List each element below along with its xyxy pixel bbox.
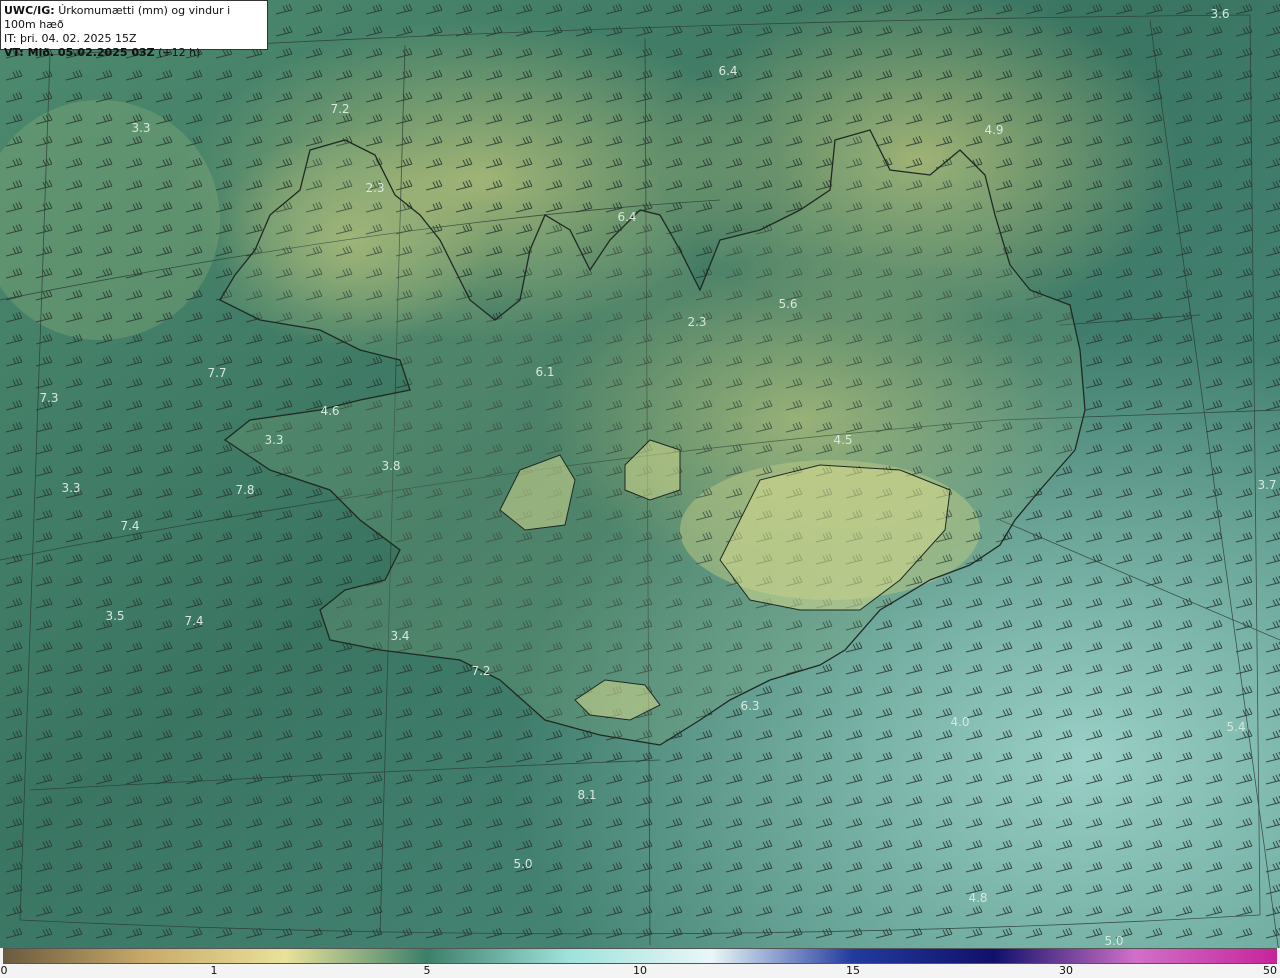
precip-value-label: 7.7	[207, 366, 226, 380]
init-label: IT:	[4, 32, 17, 45]
init-time: þri. 04. 02. 2025 15Z	[19, 32, 137, 45]
init-time-line: IT: þri. 04. 02. 2025 15Z	[4, 32, 264, 46]
precip-value-label: 7.3	[39, 391, 58, 405]
precipitation-wind-map: 3.6 6.4 7.2 3.3 4.9 2.3 6.4 5.6 2.3 6.1 7.7 7.3 4.6 3…	[0, 0, 1280, 948]
precip-value-label: 5.4	[1226, 720, 1245, 734]
precip-value-label: 6.1	[535, 365, 554, 379]
precip-value-label: 3.3	[264, 433, 283, 447]
precip-value-label: 3.7	[1257, 478, 1276, 492]
precip-value-label: 6.4	[718, 64, 737, 78]
precip-value-label: 3.6	[1210, 7, 1229, 21]
precip-value-label: 7.4	[184, 614, 203, 628]
valid-time-line: VT: Mið. 05.02.2025 03Z (+12 h)	[4, 46, 264, 60]
precip-value-label: 6.4	[617, 210, 636, 224]
precip-value-label: 4.0	[950, 715, 969, 729]
precip-value-label: 3.3	[61, 481, 80, 495]
precip-value-label: 6.3	[740, 699, 759, 713]
precip-value-label: 5.6	[778, 297, 797, 311]
precip-value-label: 4.8	[968, 891, 987, 905]
precip-value-label: 3.3	[131, 121, 150, 135]
precip-value-label: 3.8	[381, 459, 400, 473]
precip-value-label: 2.3	[365, 181, 384, 195]
precip-value-label: 8.1	[577, 788, 596, 802]
forecast-offset: (+12 h)	[158, 46, 201, 59]
colorbar-tick-15: 15	[846, 964, 860, 977]
colorbar-tick-0: 0	[0, 964, 8, 977]
precip-value-label: 2.3	[687, 315, 706, 329]
precip-value-label: 4.5	[833, 433, 852, 447]
title-line: UWC/IG: Úrkomumætti (mm) og vindur i 100…	[4, 4, 264, 32]
colorbar: 0 1 5 10 15 30 50	[0, 948, 1280, 978]
colorbar-tick-50: 50	[1263, 964, 1277, 977]
precip-value-label: 7.2	[471, 664, 490, 678]
colorbar-tick-30: 30	[1059, 964, 1073, 977]
map-info-box: UWC/IG: Úrkomumætti (mm) og vindur i 100…	[0, 0, 268, 59]
precip-value-label: 4.6	[320, 404, 339, 418]
precip-value-label: 3.5	[105, 609, 124, 623]
model-name: UWC/IG:	[4, 4, 55, 17]
precip-value-label: 5.0	[1104, 934, 1123, 948]
valid-time: VT: Mið. 05.02.2025 03Z	[4, 46, 155, 59]
precip-value-label: 3.4	[390, 629, 409, 643]
precip-value-label: 7.2	[330, 102, 349, 116]
precip-value-label: 5.0	[513, 857, 532, 871]
colorbar-tick-10: 10	[633, 964, 647, 977]
colorbar-tick-1: 1	[210, 964, 218, 977]
precip-value-label: 7.4	[120, 519, 139, 533]
colorbar-tick-5: 5	[423, 964, 431, 977]
colorbar-gradient	[3, 948, 1277, 964]
precip-value-label: 7.8	[235, 483, 254, 497]
precip-value-label: 4.9	[984, 123, 1003, 137]
